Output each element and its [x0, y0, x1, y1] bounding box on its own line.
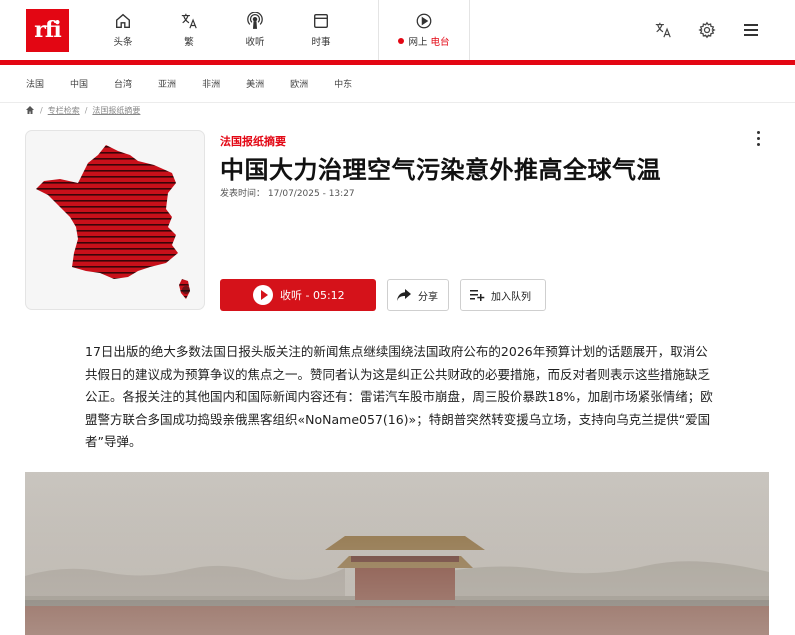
nav-traditional[interactable]: 繁 — [156, 0, 222, 60]
settings-button[interactable] — [685, 21, 729, 39]
kebab-dot-icon — [756, 143, 760, 146]
region-link[interactable]: 法国 — [26, 77, 44, 90]
live-suffix: 电台 — [430, 37, 450, 48]
live-dot — [398, 38, 405, 44]
live-label: 网上 电台 — [398, 34, 450, 48]
page-title: 中国大力治理空气污染意外推高全球气温 — [220, 156, 661, 184]
nav-label: 时事 — [311, 37, 331, 48]
translate-icon — [655, 22, 671, 38]
share-arrow-icon — [397, 289, 411, 301]
header-actions — [641, 0, 773, 60]
menu-button[interactable] — [729, 23, 773, 37]
podcast-icon — [247, 12, 263, 29]
add-to-queue-button[interactable]: 加入队列 — [460, 279, 546, 311]
nav-current-affairs[interactable]: 时事 — [288, 0, 354, 60]
home-icon — [116, 13, 130, 28]
france-map-image — [36, 145, 190, 299]
listen-button[interactable]: 收听 - 05:12 — [220, 279, 376, 311]
rfi-logo[interactable]: rfi — [26, 9, 69, 52]
region-link[interactable]: 美洲 — [246, 77, 264, 90]
breadcrumb-separator: / — [84, 105, 88, 115]
article-kicker[interactable]: 法国报纸摘要 — [220, 133, 286, 149]
translate-icon — [181, 13, 197, 29]
menu-icon — [744, 24, 758, 36]
region-link[interactable]: 中东 — [334, 77, 352, 90]
nav-headlines[interactable]: 头条 — [90, 0, 156, 60]
region-link[interactable]: 亚洲 — [158, 77, 176, 90]
nav-label: 繁 — [184, 37, 194, 48]
playlist-add-icon — [470, 290, 485, 301]
nav-label: 头条 — [113, 37, 133, 48]
play-icon — [253, 285, 273, 305]
nav-label: 收听 — [245, 37, 265, 48]
region-link[interactable]: 非洲 — [202, 77, 220, 90]
article-hero-image — [25, 472, 769, 635]
site-header: rfi 头条 繁 收听 时事 网上 电台 — [0, 0, 795, 60]
listen-label: 收听 - 05:12 — [280, 289, 345, 302]
region-link[interactable]: 欧洲 — [290, 77, 308, 90]
nav-listen[interactable]: 收听 — [222, 0, 288, 60]
breadcrumb-separator: / — [40, 105, 43, 115]
breadcrumb-link[interactable]: 专栏检索 — [48, 105, 80, 116]
program-thumbnail[interactable] — [25, 130, 205, 310]
kebab-dot-icon — [756, 137, 760, 140]
language-button[interactable] — [641, 21, 685, 39]
share-button[interactable]: 分享 — [387, 279, 449, 311]
breadcrumb-link[interactable]: 法国报纸摘要 — [92, 105, 140, 116]
queue-label: 加入队列 — [491, 291, 531, 303]
top-nav: 头条 繁 收听 时事 网上 电台 — [90, 0, 470, 60]
kebab-dot-icon — [756, 131, 760, 134]
region-nav: 法国 中国 台湾 亚洲 非洲 美洲 欧洲 中东 — [0, 65, 795, 103]
share-label: 分享 — [418, 291, 438, 303]
home-icon[interactable] — [25, 105, 35, 115]
nav-live-radio[interactable]: 网上 电台 — [378, 0, 470, 60]
gear-icon — [698, 21, 716, 39]
live-prefix: 网上 — [408, 37, 428, 48]
article-summary: 17日出版的绝大多数法国日报头版关注的新闻焦点继续围绕法国政府公布的2026年预… — [85, 344, 713, 449]
play-circle-icon — [416, 13, 432, 29]
publish-date: 发表时间： 17/07/2025 - 13:27 — [220, 189, 355, 199]
more-options-button[interactable] — [749, 128, 767, 152]
breadcrumb: / 专栏检索 / 法国报纸摘要 — [25, 104, 140, 116]
region-link[interactable]: 台湾 — [114, 77, 132, 90]
news-icon — [314, 14, 328, 28]
region-link[interactable]: 中国 — [70, 77, 88, 90]
smog-forbidden-city-photo — [25, 472, 769, 635]
